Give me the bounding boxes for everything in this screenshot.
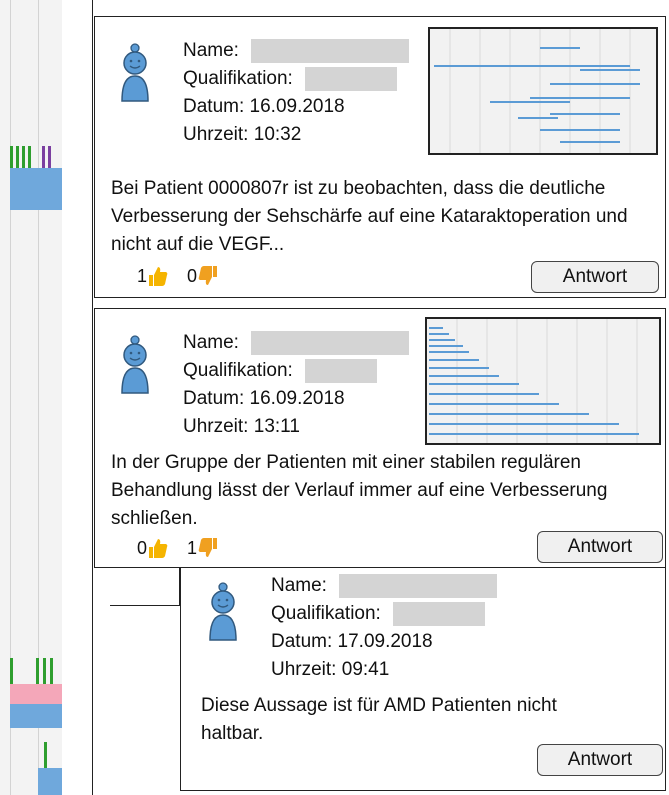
user-avatar-icon [121, 335, 149, 394]
reply-connector [110, 568, 180, 606]
redacted-name [250, 39, 409, 63]
strip-green-marks [10, 146, 38, 168]
strip-green-marks [36, 658, 62, 684]
comment-time: 13:11 [253, 416, 300, 437]
answer-button[interactable]: Antwort [531, 261, 659, 293]
dislike-count: 0 [187, 265, 198, 286]
name-label: Name: [183, 332, 239, 353]
redacted-qualification [304, 359, 377, 383]
like-vote[interactable]: 1 [137, 265, 169, 287]
comment-card: Name: Qualifikation: Datum: 16.09.2018 U… [94, 308, 666, 568]
qualification-label: Qualifikation: [183, 68, 293, 89]
chart-thumbnail-image[interactable] [425, 317, 661, 445]
dislike-vote[interactable]: 0 [187, 265, 219, 287]
strip-blue-block [10, 704, 62, 728]
strip-blue-block [38, 768, 62, 795]
user-avatar-icon [209, 582, 237, 641]
time-label: Uhrzeit: [183, 124, 249, 145]
thumbs-down-icon [198, 538, 218, 557]
timeline-strip [0, 0, 62, 795]
comment-card: Name: Qualifikation: Datum: 16.09.2018 U… [94, 16, 666, 298]
comment-text: Diese Aussage ist für AMD Patienten nich… [201, 695, 557, 744]
qualification-label: Qualifikation: [183, 360, 293, 381]
user-avatar-icon [121, 43, 149, 102]
comment-date: 17.09.2018 [337, 631, 433, 652]
comment-time: 09:41 [341, 659, 390, 680]
thumbs-down-icon [198, 266, 218, 285]
name-label: Name: [271, 575, 327, 596]
strip-pink-block [10, 684, 62, 704]
like-count: 1 [137, 265, 148, 286]
reply-card: Name: Qualifikation: Datum: 17.09.2018 U… [180, 568, 666, 791]
comment-meta: Name: Qualifikation: Datum: 16.09.2018 U… [183, 329, 409, 441]
comment-meta: Name: Qualifikation: Datum: 16.09.2018 U… [183, 37, 409, 149]
name-label: Name: [183, 40, 239, 61]
comment-text: In der Gruppe der Patienten mit einer st… [111, 452, 608, 529]
thumbs-up-icon [149, 539, 168, 558]
comment-date: 16.09.2018 [249, 96, 345, 117]
chart-thumbnail-image[interactable] [428, 27, 658, 155]
strip-purple-marks [42, 146, 62, 168]
time-label: Uhrzeit: [271, 659, 337, 680]
redacted-name [338, 574, 497, 598]
comment-meta: Name: Qualifikation: Datum: 17.09.2018 U… [271, 572, 497, 684]
date-label: Datum: [183, 96, 245, 117]
date-label: Datum: [183, 388, 245, 409]
qualification-label: Qualifikation: [271, 603, 381, 624]
comment-text: Bei Patient 0000807r ist zu beobachten, … [111, 178, 628, 255]
like-vote[interactable]: 0 [137, 537, 169, 559]
vote-bar: 1 0 [137, 265, 237, 287]
panel-border [92, 0, 93, 795]
answer-button[interactable]: Antwort [537, 531, 663, 563]
dislike-count: 1 [187, 537, 198, 558]
time-label: Uhrzeit: [183, 416, 249, 437]
vote-bar: 0 1 [137, 537, 237, 559]
answer-button[interactable]: Antwort [537, 744, 663, 776]
comment-time: 10:32 [253, 124, 302, 145]
redacted-qualification [304, 67, 397, 91]
date-label: Datum: [271, 631, 333, 652]
redacted-name [250, 331, 409, 355]
strip-green-marks [10, 658, 38, 684]
comment-date: 16.09.2018 [249, 388, 345, 409]
dislike-vote[interactable]: 1 [187, 537, 219, 559]
strip-green-marks [44, 742, 62, 768]
thumbs-up-icon [149, 267, 168, 286]
redacted-qualification [392, 602, 485, 626]
like-count: 0 [137, 537, 148, 558]
strip-blue-block [10, 168, 62, 210]
